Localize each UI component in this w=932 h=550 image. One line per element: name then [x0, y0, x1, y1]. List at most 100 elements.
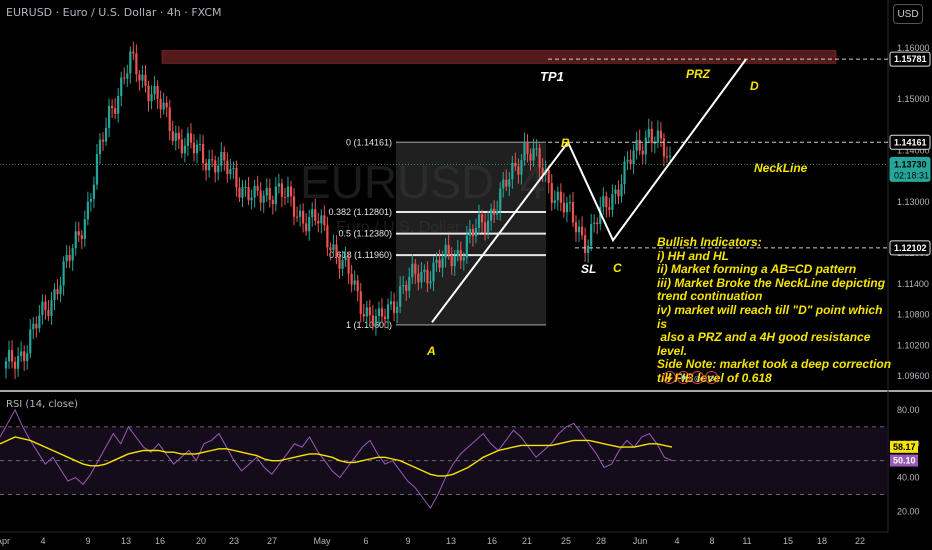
candle-body: [62, 261, 65, 286]
candle-body: [608, 207, 611, 210]
candle-body: [205, 163, 208, 171]
candle-body: [317, 220, 320, 224]
candle-body: [47, 310, 50, 317]
candle-body: [644, 137, 647, 155]
rsi-value-label: 50.10: [893, 456, 916, 466]
rsi-axis-tick: 40.00: [897, 473, 920, 483]
fib-level-label: 0 (1.14161): [346, 137, 392, 147]
candle-body: [10, 350, 14, 362]
candle-body: [368, 307, 371, 316]
candle-body: [502, 179, 505, 189]
icon-strip: ⚡ ⚑ ◎ ⊘: [663, 371, 718, 384]
candle-body: [350, 273, 353, 285]
flag-icon[interactable]: ⚑: [677, 371, 690, 384]
rsi-axis-tick: 80.00: [897, 405, 920, 415]
candle-body: [271, 199, 274, 205]
candle-body: [56, 289, 59, 295]
globe-icon[interactable]: ◎: [691, 371, 704, 384]
candle-body: [235, 168, 238, 188]
candle-body: [438, 259, 441, 268]
candle-body: [208, 159, 211, 171]
symbol-header: EURUSD · Euro / U.S. Dollar · 4h · FXCM: [6, 6, 222, 19]
candle-body: [596, 222, 599, 224]
time-axis-tick: 4: [674, 536, 679, 546]
price-axis-tick: 1.11400: [897, 279, 929, 289]
neckline-label: NeckLine: [754, 161, 808, 175]
candle-body: [13, 361, 17, 369]
candle-body: [587, 245, 590, 253]
candle-body: [402, 285, 405, 287]
candle-body: [253, 185, 256, 198]
candle-body: [162, 102, 165, 110]
candle-body: [23, 351, 26, 361]
candle-body: [553, 200, 556, 203]
ban-icon[interactable]: ⊘: [705, 371, 718, 384]
candle-body: [111, 105, 114, 109]
candle-body: [141, 74, 144, 81]
candle-body: [577, 226, 581, 233]
candle-body: [520, 160, 523, 175]
pattern-point-label: C: [613, 261, 622, 275]
time-axis-tick: 18: [817, 536, 827, 546]
candle-body: [389, 301, 393, 305]
candle-body: [647, 128, 650, 138]
candle-body: [414, 263, 417, 274]
candle-body: [656, 130, 659, 143]
candle-body: [250, 197, 253, 201]
candle-body: [659, 130, 663, 139]
lightning-icon[interactable]: ⚡: [663, 371, 676, 384]
candle-body: [650, 128, 653, 144]
candle-body: [299, 210, 302, 217]
candle-body: [620, 184, 623, 197]
candle-body: [217, 165, 220, 173]
candle-body: [192, 142, 196, 154]
candle-body: [265, 188, 268, 196]
candle-body: [490, 208, 493, 221]
candle-body: [144, 74, 147, 86]
candle-body: [668, 155, 672, 157]
time-axis-tick: 25: [561, 536, 571, 546]
candle-body: [511, 162, 514, 180]
fib-level-label: 0.5 (1.12380): [338, 229, 392, 239]
candle-body: [493, 208, 496, 215]
candle-body: [247, 187, 250, 201]
candle-body: [198, 144, 202, 146]
price-axis-tick: 1.13000: [897, 197, 930, 207]
candle-body: [256, 185, 259, 191]
candle-body: [377, 308, 381, 316]
candle-body: [405, 285, 408, 291]
time-axis-tick: 13: [446, 536, 456, 546]
candle-body: [195, 144, 199, 154]
candle-body: [177, 132, 180, 140]
candle-body: [186, 133, 190, 146]
candle-body: [323, 215, 326, 226]
candle-body: [486, 220, 490, 233]
candle-body: [65, 254, 68, 262]
candle-body: [605, 196, 608, 208]
candle-body: [214, 160, 217, 173]
candle-body: [347, 256, 350, 274]
candle-body: [295, 216, 299, 218]
candle-body: [641, 150, 644, 155]
candle-body: [662, 138, 666, 157]
candle-body: [362, 313, 365, 317]
candle-body: [477, 214, 481, 229]
candle-body: [392, 301, 396, 313]
candle-body: [383, 316, 387, 319]
candle-body: [59, 285, 62, 295]
time-axis-tick: 27: [267, 536, 277, 546]
candle-body: [283, 196, 287, 198]
currency-button[interactable]: USD: [893, 4, 923, 24]
candle-body: [386, 304, 390, 319]
candle-body: [274, 186, 277, 205]
candle-body: [444, 244, 447, 258]
candle-body: [211, 159, 214, 161]
price-axis-tick: 1.16000: [897, 43, 930, 53]
candle-body: [126, 73, 129, 79]
time-axis-tick: 20: [196, 536, 206, 546]
candle-body: [462, 257, 465, 261]
candle-body: [150, 94, 153, 102]
candle-body: [83, 219, 86, 239]
candle-body: [532, 148, 535, 161]
time-axis-tick: 9: [405, 536, 410, 546]
